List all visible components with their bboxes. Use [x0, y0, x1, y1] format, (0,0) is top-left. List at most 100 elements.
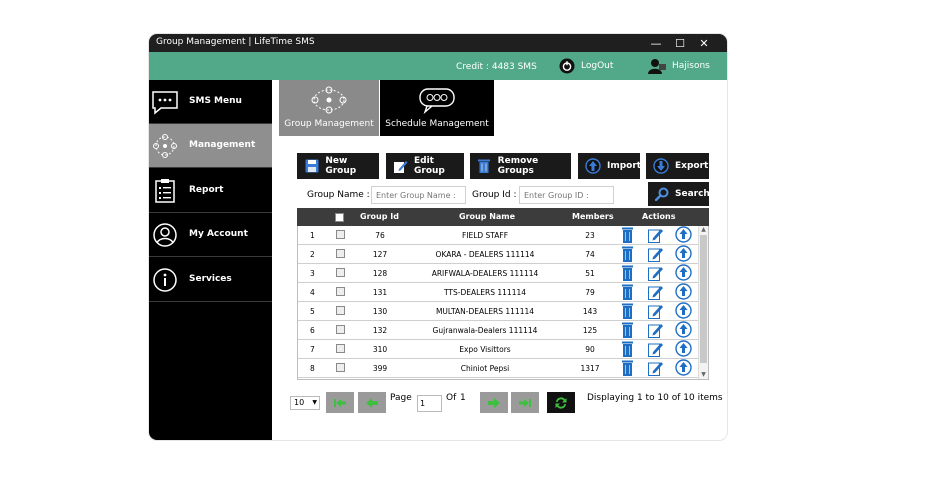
grid-header: Group Id Group Name Members Actions — [297, 208, 709, 226]
logout-label: LogOut — [581, 61, 614, 71]
group-id-cell: 128 — [372, 269, 388, 278]
title-bar: Group Management | LifeTime SMS — ☐ ✕ — [149, 34, 727, 52]
remove-groups-button[interactable]: Remove Groups — [470, 153, 571, 179]
minimize-button[interactable]: — — [644, 34, 668, 52]
group-name-cell: OKARA - DEALERS 111114 — [435, 250, 535, 259]
delete-row-icon[interactable] — [622, 227, 633, 245]
row-checkbox[interactable] — [336, 230, 345, 239]
table-row[interactable]: 5 130 MULTAN-DEALERS 111114 143 — [298, 302, 700, 321]
upload-row-icon[interactable] — [675, 302, 692, 321]
new-group-button[interactable]: New Group — [297, 153, 379, 179]
sidebar-item-services[interactable]: Services — [149, 258, 272, 302]
refresh-button[interactable] — [547, 392, 575, 413]
edit-row-icon[interactable] — [648, 360, 664, 378]
group-name-input[interactable] — [371, 186, 466, 204]
logout-button[interactable]: LogOut — [559, 58, 613, 74]
group-id-input[interactable] — [519, 186, 614, 204]
edit-note-icon — [393, 158, 408, 174]
export-button[interactable]: Export — [646, 153, 709, 179]
prev-page-button[interactable] — [358, 392, 386, 413]
group-name-cell: FIELD STAFF — [461, 231, 509, 240]
upload-row-icon[interactable] — [675, 321, 692, 340]
group-name-cell: TTS-DEALERS 111114 — [443, 288, 527, 297]
row-checkbox[interactable] — [336, 287, 345, 296]
header-group-name: Group Name — [459, 212, 516, 221]
header-members: Members — [572, 212, 614, 221]
sidebar-item-label: My Account — [189, 229, 248, 239]
edit-row-icon[interactable] — [648, 227, 664, 245]
user-circle-icon — [153, 223, 177, 247]
row-checkbox[interactable] — [336, 306, 345, 315]
delete-row-icon[interactable] — [622, 246, 633, 264]
last-page-button[interactable] — [511, 392, 539, 413]
sidebar-item-report[interactable]: Report — [149, 169, 272, 213]
user-menu[interactable]: Hajisons — [648, 58, 710, 74]
delete-row-icon[interactable] — [622, 360, 633, 378]
tab-group-management[interactable]: Group Management — [279, 80, 379, 136]
search-label: Search — [675, 189, 710, 199]
edit-row-icon[interactable] — [648, 284, 664, 302]
sidebar-item-management[interactable]: Management — [149, 124, 272, 168]
upload-row-icon[interactable] — [675, 264, 692, 283]
sidebar-item-label: Services — [189, 274, 232, 284]
edit-row-icon[interactable] — [648, 303, 664, 321]
page-size-select[interactable]: 10 ▼ — [290, 396, 320, 410]
tab-schedule-management[interactable]: Schedule Management — [380, 80, 494, 136]
sidebar-item-sms-menu[interactable]: SMS Menu — [149, 80, 272, 124]
upload-row-icon[interactable] — [675, 226, 692, 245]
maximize-button[interactable]: ☐ — [668, 34, 692, 52]
row-checkbox[interactable] — [336, 363, 345, 372]
delete-row-icon[interactable] — [622, 322, 633, 340]
group-id-cell: 399 — [372, 364, 388, 373]
edit-row-icon[interactable] — [648, 265, 664, 283]
row-number: 8 — [310, 364, 315, 373]
chat-dots-icon — [152, 91, 178, 115]
table-row[interactable]: 1 76 FIELD STAFF 23 — [298, 226, 700, 245]
group-id-cell: 310 — [372, 345, 388, 354]
scroll-thumb[interactable] — [700, 235, 707, 363]
upload-arrow-icon — [585, 158, 601, 174]
upload-row-icon[interactable] — [675, 359, 692, 378]
delete-row-icon[interactable] — [622, 341, 633, 359]
row-checkbox[interactable] — [336, 249, 345, 258]
table-row[interactable]: 4 131 TTS-DEALERS 111114 79 — [298, 283, 700, 302]
delete-row-icon[interactable] — [622, 265, 633, 283]
edit-group-button[interactable]: Edit Group — [386, 153, 464, 179]
next-page-button[interactable] — [480, 392, 508, 413]
row-checkbox[interactable] — [336, 325, 345, 334]
edit-row-icon[interactable] — [648, 246, 664, 264]
table-row[interactable]: 3 128 ARIFWALA-DEALERS 111114 51 — [298, 264, 700, 283]
select-all-checkbox[interactable] — [335, 213, 344, 222]
chat-bubble-icon — [419, 88, 455, 114]
table-row[interactable]: 2 127 OKARA - DEALERS 111114 74 — [298, 245, 700, 264]
sidebar-item-my-account[interactable]: My Account — [149, 213, 272, 257]
info-circle-icon — [153, 268, 177, 292]
group-id-cell: 131 — [372, 288, 388, 297]
table-row[interactable]: 7 310 Expo Visittors 90 — [298, 340, 700, 359]
page-number-input[interactable] — [417, 395, 442, 412]
group-id-cell: 127 — [372, 250, 388, 259]
vertical-scrollbar[interactable]: ▲ ▼ — [698, 226, 708, 379]
window-title: Group Management | LifeTime SMS — [156, 37, 315, 47]
group-network-icon — [153, 134, 177, 158]
first-page-button[interactable] — [326, 392, 354, 413]
scroll-up-icon[interactable]: ▲ — [699, 226, 708, 234]
row-checkbox[interactable] — [336, 268, 345, 277]
upload-row-icon[interactable] — [675, 283, 692, 302]
upload-row-icon[interactable] — [675, 340, 692, 359]
delete-row-icon[interactable] — [622, 284, 633, 302]
edit-row-icon[interactable] — [648, 341, 664, 359]
table-row[interactable]: 6 132 Gujranwala-Dealers 111114 125 — [298, 321, 700, 340]
table-row[interactable]: 8 399 Chiniot Pepsi 1317 — [298, 359, 700, 378]
delete-row-icon[interactable] — [622, 303, 633, 321]
close-button[interactable]: ✕ — [692, 34, 716, 52]
upload-row-icon[interactable] — [675, 245, 692, 264]
edit-row-icon[interactable] — [648, 322, 664, 340]
scroll-down-icon[interactable]: ▼ — [699, 371, 708, 379]
group-name-cell: Chiniot Pepsi — [460, 364, 510, 373]
import-button[interactable]: Import — [578, 153, 641, 179]
search-button[interactable]: Search — [648, 182, 710, 206]
row-checkbox[interactable] — [336, 344, 345, 353]
arrow-right-icon — [488, 397, 500, 408]
clipboard-list-icon — [155, 179, 175, 203]
